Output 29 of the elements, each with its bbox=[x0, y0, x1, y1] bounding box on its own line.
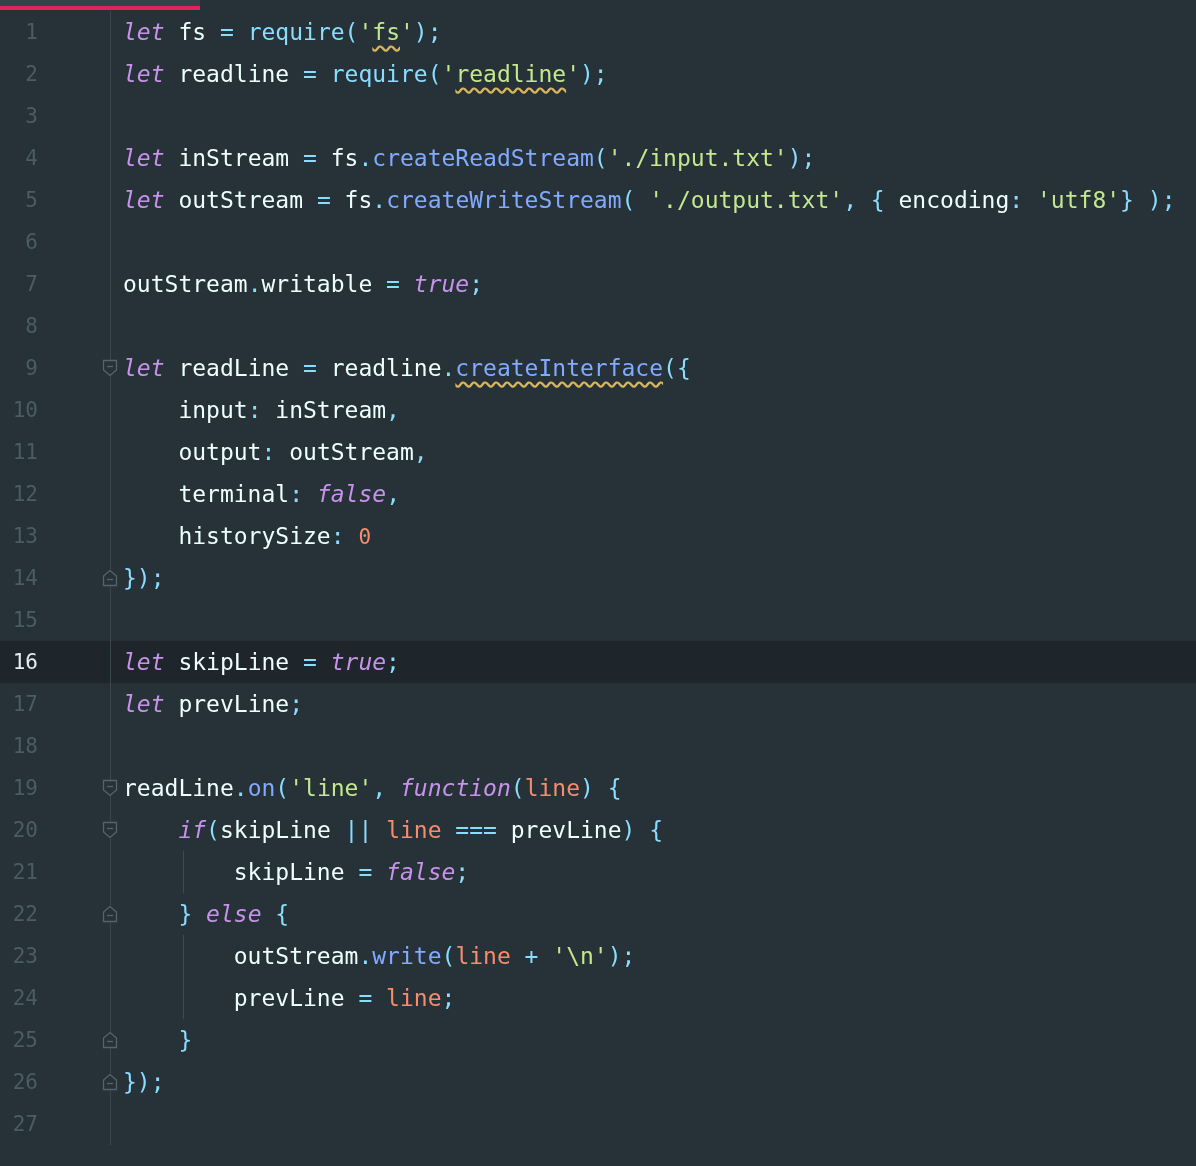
code-line: outStream.writable = true; bbox=[123, 270, 484, 299]
code-line: let readline = require('readline'); bbox=[123, 60, 608, 89]
code-line: input: inStream, bbox=[177, 396, 400, 425]
code-line: let skipLine = true; bbox=[123, 648, 400, 677]
code-line: } else { bbox=[177, 900, 290, 929]
code-line: readLine.on('line', function(line) { bbox=[123, 774, 622, 803]
code-line: prevLine = line; bbox=[232, 984, 456, 1013]
fold-icon[interactable] bbox=[102, 1031, 118, 1049]
fold-icon[interactable] bbox=[102, 905, 118, 923]
code-line: if(skipLine || line === prevLine) { bbox=[177, 816, 664, 845]
code-line: } bbox=[177, 1026, 193, 1055]
fold-icon[interactable] bbox=[102, 569, 118, 587]
code-line: historySize: 0 bbox=[177, 521, 373, 551]
code-line: }); bbox=[123, 564, 165, 593]
fold-icon[interactable] bbox=[102, 1073, 118, 1091]
code-line: let readLine = readline.createInterface({ bbox=[123, 354, 691, 383]
code-line: terminal: false, bbox=[177, 480, 400, 509]
fold-icon[interactable] bbox=[102, 821, 118, 839]
fold-icon[interactable] bbox=[102, 779, 118, 797]
code-line: outStream.write(line + '\n'); bbox=[232, 942, 636, 971]
line-number: 16 bbox=[11, 650, 38, 674]
code-line: output: outStream, bbox=[177, 438, 428, 467]
fold-icon[interactable] bbox=[102, 359, 118, 377]
code-line: let inStream = fs.createReadStream('./input.txt'); bbox=[123, 144, 816, 173]
code-line: let fs = require('fs'); bbox=[123, 18, 442, 47]
code-line: let prevLine; bbox=[123, 690, 304, 719]
code-line: }); bbox=[123, 1068, 165, 1097]
code-line: let outStream = fs.createWriteStream( './output.txt', { encoding: 'utf8'} ); bbox=[123, 186, 1176, 215]
code-line: skipLine = false; bbox=[232, 858, 470, 887]
